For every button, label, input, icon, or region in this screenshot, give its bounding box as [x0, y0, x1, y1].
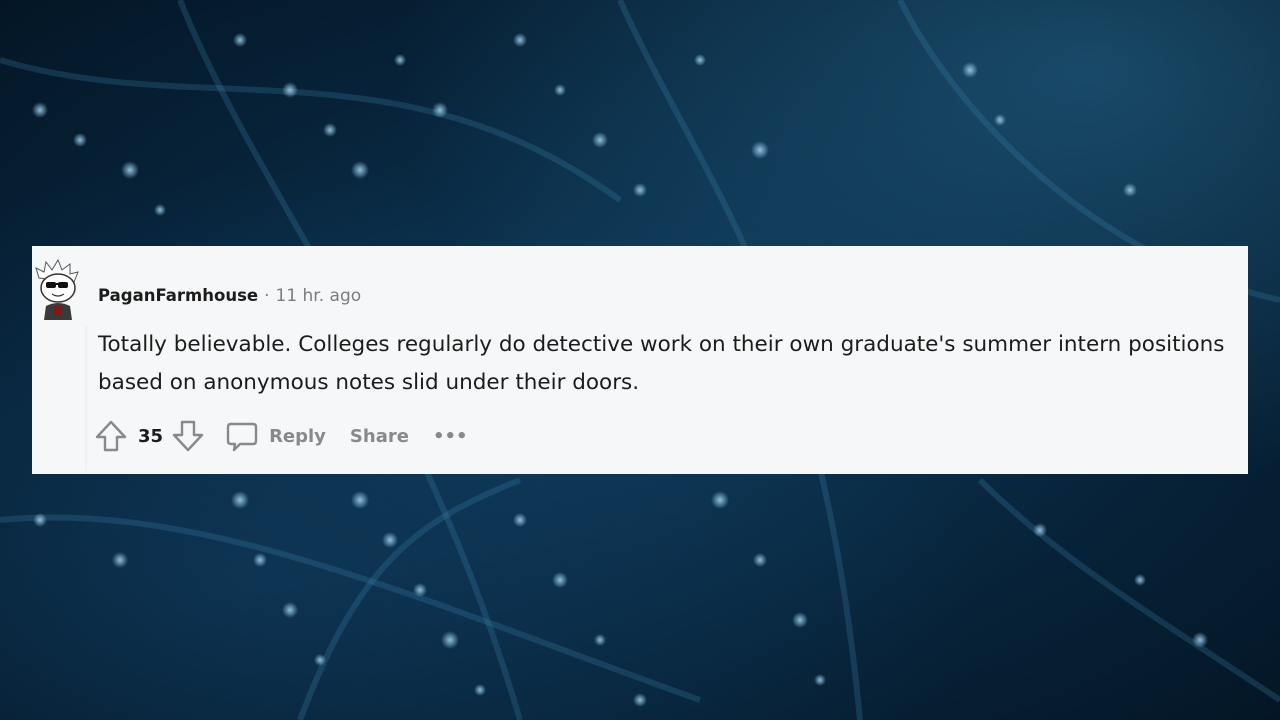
reply-label: Reply: [269, 425, 326, 447]
downvote-arrow-icon[interactable]: [171, 419, 205, 453]
avatar[interactable]: [34, 256, 80, 320]
share-button[interactable]: Share: [350, 426, 409, 447]
ellipsis-icon[interactable]: •••: [433, 426, 468, 447]
comment-card: PaganFarmhouse · 11 hr. ago Totally believ…: [32, 246, 1248, 474]
username-link[interactable]: PaganFarmhouse: [98, 286, 258, 305]
vote-score: 35: [138, 425, 164, 447]
thread-line[interactable]: [85, 326, 87, 471]
speech-bubble-icon: [225, 419, 259, 453]
timestamp[interactable]: 11 hr. ago: [276, 286, 362, 306]
comment-actions: 35 Reply Share •••: [94, 418, 467, 454]
upvote-arrow-icon[interactable]: [94, 419, 128, 453]
comment-meta: PaganFarmhouse · 11 hr. ago: [98, 284, 361, 308]
reply-button[interactable]: Reply: [225, 419, 326, 453]
comment-body: Totally believable. Colleges regularly d…: [98, 332, 1225, 395]
meta-separator: ·: [264, 286, 270, 306]
